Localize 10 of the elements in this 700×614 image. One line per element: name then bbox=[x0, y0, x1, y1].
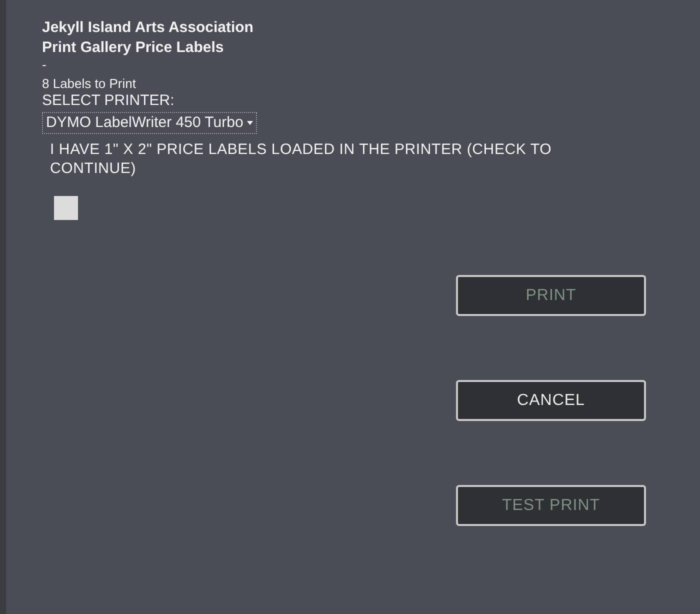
action-button[interactable]: CANCEL bbox=[456, 380, 646, 421]
dropdown-arrow-icon bbox=[247, 121, 254, 125]
label-count: 8 Labels to Print bbox=[42, 76, 136, 92]
printer-dropdown[interactable]: DYMO LabelWriter 450 Turbo bbox=[42, 112, 258, 134]
page-title: Print Gallery Price Labels bbox=[42, 38, 225, 58]
confirm-label: I HAVE 1" X 2" PRICE LABELS LOADED IN THE PRINTER (CHECK TO CONTINUE) bbox=[50, 140, 553, 178]
printer-label: SELECT PRINTER: bbox=[42, 92, 174, 110]
separator-text: - bbox=[42, 58, 46, 72]
app-title: Jekyll Island Arts Association bbox=[42, 18, 254, 38]
confirm-checkbox[interactable] bbox=[54, 196, 78, 220]
